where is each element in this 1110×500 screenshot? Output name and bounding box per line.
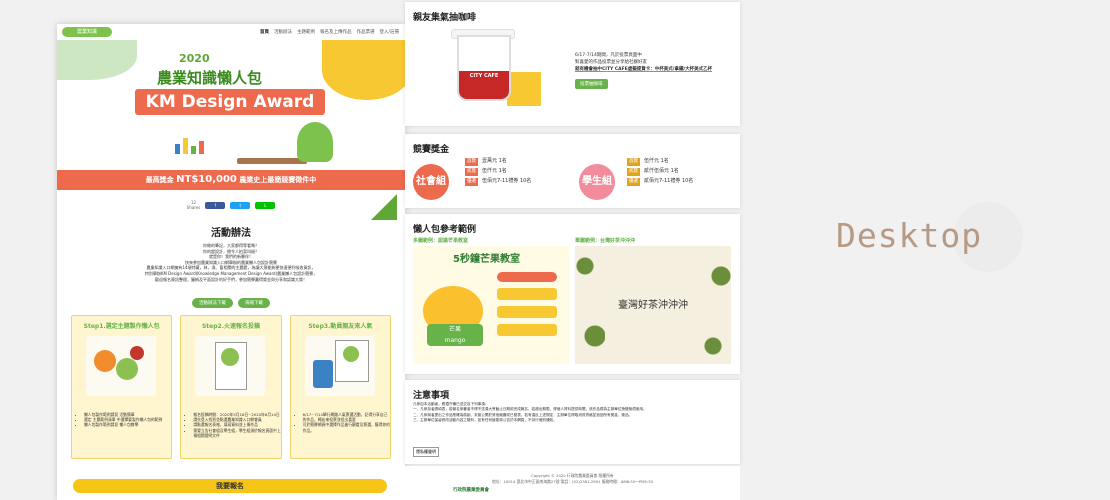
hero-banner: 2020 農業知識懶人包 KM Design Award (57, 40, 405, 170)
step-title: Step1.選定主題製作懶人包 (83, 323, 160, 330)
example-1-label[interactable]: 多圖範例：認識芒果教室 (413, 237, 468, 244)
nav-examples[interactable]: 主題範例 (297, 29, 315, 35)
coffee-card: 親友集氣抽咖啡 CITY CAFE 6/17-7/14期間，凡於投票頁面中 對喜愛… (405, 2, 740, 126)
facebook-share-button[interactable]: f (205, 201, 226, 209)
steps-row: Step1.選定主題製作懶人包 懶人包製作範例請見 活動簡章選定 主題範例清單 … (71, 315, 391, 459)
step-list: 報名投稿時間：2020年5月18日~2020年6月14日請先登入找到並點選農業知… (187, 412, 280, 438)
coffee-text: 6/17-7/14期間，凡於投票頁面中 對喜愛的作品投票並分享給社群好友 就有機會抽… (575, 53, 713, 72)
line-share-button[interactable]: L (255, 201, 276, 209)
tea-infographic[interactable]: 臺灣好茶沖沖沖 (575, 246, 731, 364)
coffee-cup-image: CITY CAFE (457, 35, 511, 101)
nav-signup-upload[interactable]: 報名及上傳作品 (320, 29, 352, 35)
footer-logo: 行政院農業委員會 (453, 488, 489, 493)
prize-amount: NT$10,000 (176, 174, 237, 185)
top-nav: 農業知識 首頁 活動辦法 主題範例 報名及上傳作品 作品票選 登入/註冊 (57, 24, 405, 41)
student-prize-list: 首獎 伍仟元 1名 貳獎 貳仟伍佰元 1名 優選 貳佰元7-11禮券 10名 (627, 158, 694, 186)
footer-text: Copyright © 2020 行政院農業委員會 版權所有 地址：10014 … (491, 473, 654, 484)
signup-button[interactable]: 我要報名 (73, 479, 387, 493)
mango-infographic[interactable]: 5秒鐘芒果教室 芒果 mango (413, 246, 569, 364)
prizes-card: 競賽獎金 社會組 首獎 壹萬元 1名 貳獎 伍仟元 1名 優選 伍佰元7-11禮券 1… (405, 134, 740, 208)
prize-label: 最高獎金 (145, 176, 174, 184)
footer: Copyright © 2020 行政院農業委員會 版權所有 地址：10014 … (405, 466, 740, 500)
prizes-title: 競賽獎金 (413, 145, 450, 155)
nav-home[interactable]: 首頁 (260, 29, 269, 35)
prize-suffix: 農業史上最簡競賽徵件中 (239, 176, 317, 184)
step-title: Step2.火速報名投稿 (201, 323, 260, 330)
step-card-2: Step2.火速報名投稿 報名投稿時間：2020年5月18日~2020年6月14… (180, 315, 282, 459)
step-card-3: Step3.動員親友來人氣 6/17~7/14舉行網路人氣票選活動，記得分享自己… (289, 315, 391, 459)
activity-title: 活動辦法 (211, 228, 251, 239)
activity-text: 你做的筆記，大家都得等看嗎？ 你的超設計，總令人拍案叫絕？ 就是你！我們的新夥伴！快… (144, 243, 318, 282)
step-card-1: Step1.選定主題製作懶人包 懶人包製作範例請見 活動簡章選定 主題範例清單 … (71, 315, 173, 459)
thumbs-up-illustration (304, 336, 375, 396)
nav-activity[interactable]: 活動辦法 (274, 29, 292, 35)
device-label: Desktop (836, 216, 983, 255)
example-2-label[interactable]: 單圖範例：台灣好茶沖沖沖 (575, 237, 635, 244)
vote-coffee-button[interactable]: 投票抽咖啡 (575, 79, 608, 89)
download-rules-button[interactable]: 活動辦法下載 (192, 298, 233, 308)
share-bar: 12 Shares f t L (57, 190, 405, 220)
mascot-illustration (297, 122, 333, 162)
decor-sun (322, 40, 405, 100)
hero-title: 農業知識懶人包 (157, 69, 263, 87)
coffee-title: 親友集氣抽咖啡 (413, 13, 477, 23)
twitter-share-button[interactable]: t (230, 201, 251, 209)
share-count: 12 Shares (186, 200, 201, 210)
decor-desk (237, 158, 307, 164)
document-illustration (195, 336, 266, 396)
decor-bar-chart (175, 138, 204, 154)
prize-banner: 最高獎金 NT$10,000 農業史上最簡競賽徵件中 (57, 170, 405, 190)
examples-title: 懶人包參考範例 (413, 225, 477, 235)
nav-vote[interactable]: 作品票選 (356, 29, 374, 35)
mobile-page-mockup: 農業知識 首頁 活動辦法 主題範例 報名及上傳作品 作品票選 登入/註冊 202… (57, 24, 405, 500)
student-group-badge: 學生組 (579, 164, 615, 200)
site-logo[interactable]: 農業知識 (62, 27, 112, 37)
social-prize-list: 首獎 壹萬元 1名 貳獎 伍仟元 1名 優選 伍佰元7-11禮券 10名 (465, 158, 532, 186)
step-title: Step3.動員親友來人氣 (308, 323, 373, 330)
decor-yellow-block (507, 72, 541, 106)
step-list: 懶人包製作範例請見 活動簡章選定 主題範例清單 中選擇要製作懶人包的範例懶人包製… (78, 412, 162, 428)
nav-login[interactable]: 登入/註冊 (379, 29, 399, 35)
social-group-badge: 社會組 (413, 164, 449, 200)
notes-card: 注意事項 凡參加本活動者，應遵守懶已送交及下列事項： 一、凡參加者請填表，若報名… (405, 380, 740, 464)
vegetables-illustration (86, 336, 156, 396)
decor-blob (57, 40, 137, 80)
notes-title: 注意事項 (413, 391, 450, 401)
activity-section: 活動辦法 你做的筆記，大家都得等看嗎？ 你的超設計，總令人拍案叫絕？ 就是你！我們的… (57, 220, 405, 500)
examples-card: 懶人包參考範例 多圖範例：認識芒果教室 單圖範例：台灣好茶沖沖沖 5秒鐘芒果教室… (405, 214, 740, 374)
download-poster-button[interactable]: 海報下載 (238, 298, 270, 308)
hero-award-ribbon: KM Design Award (135, 89, 325, 115)
hero-year: 2020 (179, 52, 210, 65)
notes-text: 凡參加本活動者，應遵守懶已送交及下列事項： 一、凡參加者請填表，若報名參賽者不得… (413, 402, 647, 423)
privacy-button[interactable]: 隱私權聲明 (413, 447, 439, 457)
step-list: 6/17~7/14舉行網路人氣票選活動，記得分享自己的作品，轉友來投票並投出喜愛… (297, 412, 390, 433)
